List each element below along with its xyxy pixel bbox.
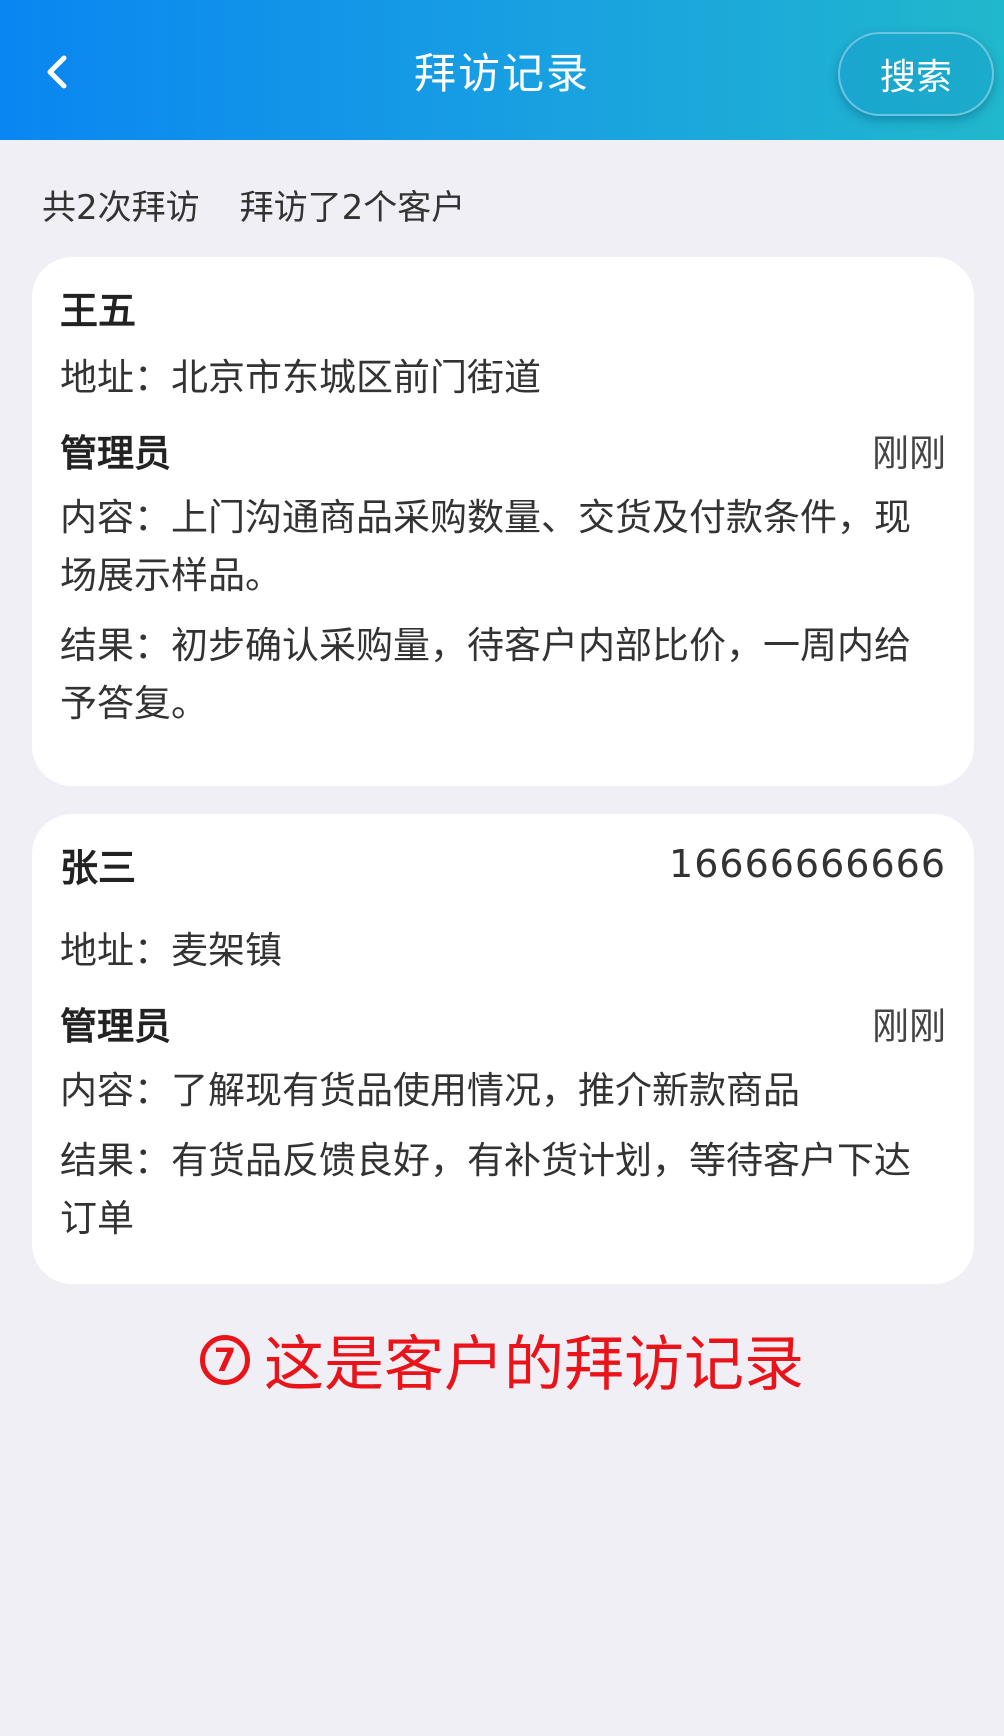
visit-record-card[interactable]: 张三 16666666666 地址：麦架镇 管理员 刚刚 内容：了解现有货品使用…	[32, 814, 974, 1284]
visit-summary: 共2次拜访 拜访了2个客户	[42, 180, 465, 229]
customer-name: 王五	[60, 289, 137, 333]
header-bar: 拜访记录 搜索	[0, 0, 1004, 140]
record-header-row: 张三 16666666666	[60, 814, 946, 892]
visit-time: 刚刚	[872, 432, 946, 475]
search-button[interactable]: 搜索	[838, 32, 994, 116]
annotation-text: 这是客户的拜访记录	[264, 1330, 804, 1400]
manager-name: 管理员	[60, 432, 171, 475]
visit-record-card[interactable]: 王五 地址：北京市东城区前门街道 管理员 刚刚 内容：上门沟通商品采购数量、交货…	[32, 257, 974, 786]
customer-address: 地址：北京市东城区前门街道	[60, 356, 541, 399]
visit-count: 共2次拜访	[42, 188, 200, 228]
chevron-left-icon	[47, 55, 67, 89]
manager-name: 管理员	[60, 1005, 171, 1048]
visit-result: 结果：初步确认采购量，待客户内部比价，一周内给予答复。	[60, 624, 911, 725]
visit-time: 刚刚	[872, 1005, 946, 1048]
visit-content: 内容：上门沟通商品采购数量、交货及付款条件，现场展示样品。	[60, 496, 911, 597]
back-button[interactable]	[28, 42, 88, 102]
customer-address: 地址：麦架镇	[60, 929, 282, 972]
annotation-number: 7	[200, 1334, 250, 1385]
customer-phone[interactable]: 16666666666	[669, 842, 946, 886]
visit-content: 内容：了解现有货品使用情况，推介新款商品	[60, 1069, 800, 1112]
customer-name: 张三	[60, 846, 137, 890]
customer-count: 拜访了2个客户	[239, 188, 466, 228]
record-meta-row: 管理员 刚刚	[60, 996, 946, 1050]
record-meta-row: 管理员 刚刚	[60, 423, 946, 477]
record-header-row: 王五	[60, 257, 946, 335]
annotation-caption: 7 这是客户的拜访记录	[0, 1316, 1004, 1403]
visit-result: 结果：有货品反馈良好，有补货计划，等待客户下达订单	[60, 1139, 911, 1240]
